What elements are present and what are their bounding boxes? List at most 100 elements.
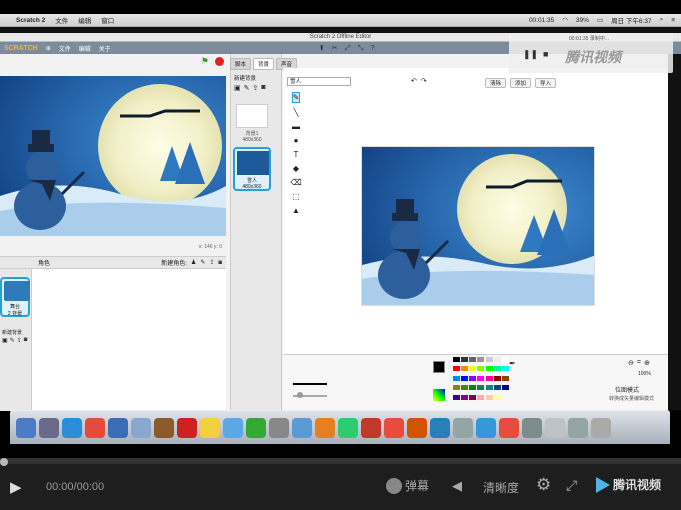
- dock-app-icon[interactable]: [177, 417, 197, 438]
- dock-app-icon[interactable]: [476, 417, 496, 438]
- dock-app-icon[interactable]: [269, 417, 289, 438]
- palette-swatch[interactable]: [485, 394, 493, 400]
- color-palette[interactable]: [453, 357, 509, 403]
- palette-swatch[interactable]: [469, 357, 477, 362]
- dock-app-icon[interactable]: [154, 417, 174, 438]
- wifi-icon[interactable]: ◠: [562, 16, 568, 24]
- palette-swatch[interactable]: [501, 357, 509, 362]
- dock-app-icon[interactable]: [384, 417, 404, 438]
- clear-button[interactable]: 清除: [485, 78, 507, 88]
- dock-app-icon[interactable]: [568, 417, 588, 438]
- palette-swatch[interactable]: [469, 366, 477, 372]
- select-tool-icon[interactable]: ⬚: [292, 192, 300, 201]
- image-icon[interactable]: ▣: [2, 337, 8, 344]
- stop-record-icon[interactable]: ■: [543, 49, 548, 59]
- help-icon[interactable]: ?: [371, 45, 378, 52]
- dock-app-icon[interactable]: [361, 417, 381, 438]
- palette-swatch[interactable]: [453, 385, 460, 391]
- scratch-menu-file[interactable]: 文件: [59, 44, 71, 53]
- dock-app-icon[interactable]: [39, 417, 59, 438]
- fullscreen-icon[interactable]: ⤢: [566, 477, 577, 494]
- sprite-library-icon[interactable]: ♟: [191, 259, 196, 266]
- palette-swatch[interactable]: [477, 366, 485, 372]
- progress-knob[interactable]: [0, 458, 8, 466]
- globe-icon[interactable]: ⊕: [46, 45, 51, 52]
- palette-swatch[interactable]: [453, 366, 460, 372]
- fill-tool-icon[interactable]: ◆: [293, 164, 299, 173]
- list-icon[interactable]: ≡: [671, 17, 675, 24]
- stage[interactable]: [0, 76, 226, 236]
- zoom-out-icon[interactable]: ⊖: [628, 359, 634, 367]
- dock-app-icon[interactable]: [223, 417, 243, 438]
- paint-canvas[interactable]: [361, 146, 595, 306]
- eyedropper-icon[interactable]: ✒: [509, 359, 516, 368]
- upload-sprite-icon[interactable]: ⇪: [209, 259, 214, 266]
- eraser-tool-icon[interactable]: ⌫: [290, 178, 301, 187]
- pause-icon[interactable]: ❚❚: [523, 49, 538, 60]
- palette-swatch[interactable]: [493, 357, 501, 362]
- green-flag-icon[interactable]: ⚑: [201, 56, 209, 67]
- backdrop-item[interactable]: 背景1 480x360: [234, 102, 270, 143]
- dock-app-icon[interactable]: [85, 417, 105, 438]
- palette-swatch[interactable]: [477, 394, 485, 400]
- backdrop-library-icon[interactable]: ▣: [234, 84, 241, 92]
- add-button[interactable]: 添加: [510, 78, 532, 88]
- palette-swatch[interactable]: [493, 394, 501, 400]
- scratch-menu-edit[interactable]: 编辑: [79, 44, 91, 53]
- palette-swatch[interactable]: [485, 366, 493, 372]
- camera-icon[interactable]: ◙: [24, 337, 28, 344]
- import-button[interactable]: 导入: [535, 78, 557, 88]
- dock-app-icon[interactable]: [545, 417, 565, 438]
- palette-swatch[interactable]: [493, 375, 501, 381]
- camera-icon[interactable]: ◙: [261, 84, 265, 92]
- palette-swatch[interactable]: [477, 385, 485, 391]
- menu-app[interactable]: Scratch 2: [16, 17, 45, 24]
- costume-name-input[interactable]: 雪人: [287, 76, 351, 86]
- volume-icon[interactable]: ◀: [452, 478, 462, 494]
- search-icon[interactable]: ⌕: [660, 16, 664, 24]
- palette-swatch[interactable]: [453, 394, 460, 400]
- undo-icon[interactable]: ↶: [411, 77, 417, 85]
- camera-icon[interactable]: ◙: [218, 260, 222, 266]
- play-icon[interactable]: ▶: [10, 478, 22, 496]
- palette-swatch[interactable]: [469, 394, 477, 400]
- tab-scripts[interactable]: 脚本: [230, 58, 252, 70]
- dock-app-icon[interactable]: [108, 417, 128, 438]
- rect-tool-icon[interactable]: ▬: [292, 122, 300, 131]
- dock-app-icon[interactable]: [430, 417, 450, 438]
- dock-app-icon[interactable]: [200, 417, 220, 438]
- scratch-menu-about[interactable]: 关于: [99, 44, 111, 53]
- dock-app-icon[interactable]: [292, 417, 312, 438]
- palette-swatch[interactable]: [461, 385, 469, 391]
- palette-swatch[interactable]: [501, 385, 509, 391]
- line-width-slider[interactable]: [293, 392, 327, 398]
- palette-swatch[interactable]: [501, 375, 509, 381]
- delete-icon[interactable]: ✂: [332, 45, 339, 52]
- grow-icon[interactable]: ⤢: [345, 45, 352, 52]
- dock-app-icon[interactable]: [62, 417, 82, 438]
- zoom-reset-icon[interactable]: =: [637, 359, 641, 367]
- palette-swatch[interactable]: [461, 366, 469, 372]
- zoom-in-icon[interactable]: ⊕: [644, 359, 650, 367]
- palette-swatch[interactable]: [485, 375, 493, 381]
- duplicate-icon[interactable]: ⬆: [319, 45, 326, 52]
- ellipse-tool-icon[interactable]: ●: [294, 136, 299, 145]
- convert-vector-button[interactable]: 转换成矢量编辑模式: [609, 395, 654, 402]
- palette-swatch[interactable]: [461, 394, 469, 400]
- palette-swatch[interactable]: [485, 385, 493, 391]
- primary-color-swatch[interactable]: [433, 361, 445, 373]
- palette-swatch[interactable]: [453, 375, 460, 381]
- dock-app-icon[interactable]: [407, 417, 427, 438]
- stop-icon[interactable]: [215, 56, 224, 66]
- clock[interactable]: 周日 下午6:37: [611, 15, 651, 25]
- backdrop-item-selected[interactable]: 雪人 480x360: [233, 147, 271, 191]
- palette-swatch[interactable]: [453, 357, 460, 362]
- dock-app-icon[interactable]: [16, 417, 36, 438]
- menu-edit[interactable]: 编辑: [78, 15, 91, 25]
- dock-app-icon[interactable]: [338, 417, 358, 438]
- stage-thumb[interactable]: 舞台 2 背景: [0, 277, 30, 317]
- dock-app-icon[interactable]: [453, 417, 473, 438]
- palette-swatch[interactable]: [461, 357, 469, 362]
- menu-window[interactable]: 窗口: [101, 15, 114, 25]
- line-tool-icon[interactable]: ╲: [294, 108, 299, 117]
